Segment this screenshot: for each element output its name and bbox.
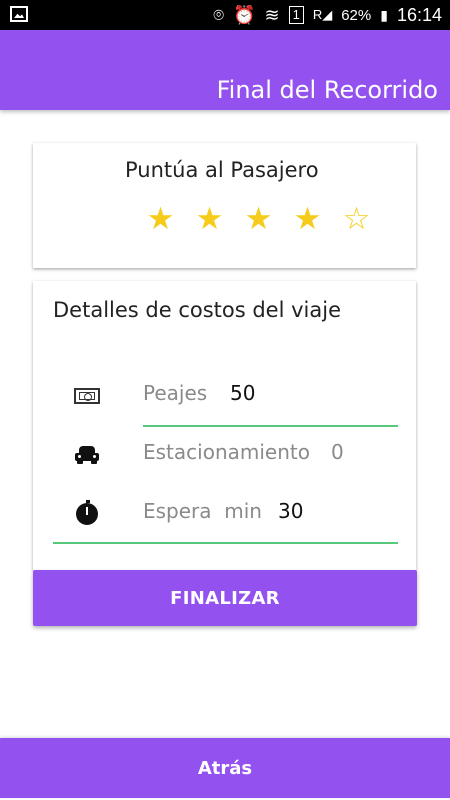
app-bar: Final del Recorrido [0,30,450,110]
costs-title: Detalles de costos del viaje [53,298,342,322]
image-icon [10,6,28,22]
star-filled-icon[interactable]: ★ [194,199,225,239]
tolls-input[interactable]: 50 [230,381,255,405]
star-filled-icon[interactable]: ★ [292,199,323,239]
parking-input[interactable]: 0 [331,440,344,464]
trip-costs-card: Detalles de costos del viaje Peajes 50 E… [33,281,416,570]
wait-input[interactable]: 30 [278,499,303,523]
rating-card: Puntúa al Pasajero ★ ★ ★ ★ ☆ [33,143,416,268]
battery-icon: ▮ [380,7,388,23]
rating-title: Puntúa al Pasajero [125,158,319,182]
location-icon: ⌾ [213,5,225,25]
clock-time: 16:14 [396,4,442,25]
money-icon [73,383,101,409]
star-rating[interactable]: ★ ★ ★ ★ ☆ [145,199,372,239]
alarm-icon: ⏰ [233,5,256,25]
roaming-label: R [312,7,323,22]
tolls-label: Peajes [143,381,208,405]
page-title: Final del Recorrido [216,76,438,104]
status-bar: ⌾ ⏰ ≋ 1 R◢ 62% ▮ 16:14 [0,0,450,30]
wait-underline [53,542,398,544]
wifi-icon: ≋ [264,5,280,25]
star-filled-icon[interactable]: ★ [243,199,274,239]
wait-label: Espera min [143,499,262,523]
signal-icon: R◢ [312,7,333,22]
battery-percent: 62% [341,6,372,24]
back-button[interactable]: Atrás [0,738,450,798]
tolls-underline [143,425,398,427]
clock-icon [73,500,101,527]
wait-row: Espera min 30 [33,495,416,535]
finalize-button[interactable]: FINALIZAR [33,570,417,626]
parking-row: Estacionamiento 0 [33,436,416,476]
star-filled-icon[interactable]: ★ [145,199,176,239]
tolls-row: Peajes 50 [33,377,416,417]
parking-label: Estacionamiento [143,440,310,464]
sim-icon: 1 [288,6,304,24]
car-icon [73,442,101,468]
status-icons: ⌾ ⏰ ≋ 1 R◢ 62% ▮ 16:14 [213,0,442,30]
star-empty-icon[interactable]: ☆ [341,199,372,239]
